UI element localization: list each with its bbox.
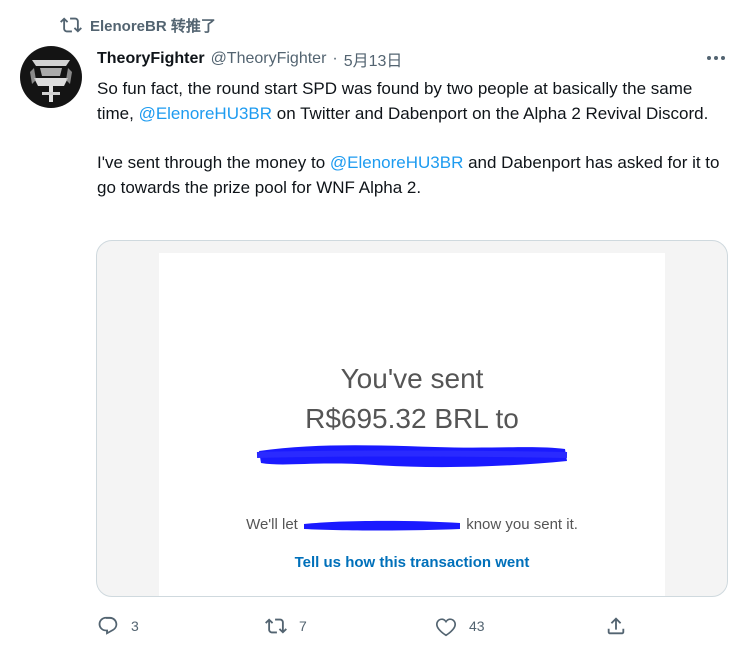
sent-title: You've sent bbox=[340, 363, 484, 394]
reply-icon bbox=[98, 616, 118, 635]
retweet-context: ElenoreBR 转推了 bbox=[60, 14, 216, 36]
reply-count: 3 bbox=[131, 618, 139, 634]
author-display-name[interactable]: TheoryFighter bbox=[97, 50, 205, 68]
share-icon bbox=[607, 617, 625, 635]
tweet-actions: 3 7 43 bbox=[97, 612, 637, 640]
share-button[interactable] bbox=[605, 612, 627, 640]
avatar-logo-icon bbox=[21, 47, 81, 107]
tweet-paragraph-1: So fun fact, the round start SPD was fou… bbox=[97, 79, 709, 123]
separator-dot: · bbox=[332, 50, 338, 67]
heart-icon bbox=[436, 618, 456, 637]
redaction-scribble bbox=[256, 445, 568, 468]
author-handle[interactable]: @TheoryFighter bbox=[211, 50, 327, 68]
like-count: 43 bbox=[469, 618, 485, 634]
retweet-button[interactable]: 7 bbox=[265, 612, 307, 640]
retweet-label[interactable]: ElenoreBR 转推了 bbox=[90, 15, 216, 36]
tweet-header: TheoryFighter @TheoryFighter · 5月13日 bbox=[97, 48, 402, 70]
mention-link[interactable]: @ElenoreHU3BR bbox=[139, 104, 272, 123]
redacted-email bbox=[302, 518, 462, 532]
retweet-count: 7 bbox=[299, 618, 307, 634]
retweet-icon bbox=[265, 618, 287, 634]
like-button[interactable]: 43 bbox=[435, 612, 485, 640]
more-options-icon[interactable] bbox=[704, 48, 728, 68]
tweet-paragraph-2: I've sent through the money to @ElenoreH… bbox=[97, 153, 720, 197]
reply-button[interactable]: 3 bbox=[97, 612, 139, 640]
tweet[interactable]: ElenoreBR 转推了 TheoryFighter @TheoryFight… bbox=[0, 0, 750, 654]
avatar[interactable] bbox=[20, 46, 82, 108]
attached-image[interactable]: You've sent R$695.32 BRL to We'll let kn… bbox=[96, 240, 728, 597]
paypal-confirmation-screenshot: You've sent R$695.32 BRL to We'll let kn… bbox=[159, 253, 665, 596]
retweet-icon bbox=[60, 17, 82, 33]
tweet-text: So fun fact, the round start SPD was fou… bbox=[97, 76, 727, 200]
tweet-date[interactable]: 5月13日 bbox=[344, 47, 403, 71]
mention-link[interactable]: @ElenoreHU3BR bbox=[330, 153, 463, 172]
redaction-scribble bbox=[304, 520, 461, 531]
recipient-notice: We'll let know you sent it. bbox=[159, 516, 665, 533]
sent-amount: R$695.32 BRL to bbox=[305, 403, 519, 434]
transaction-feedback-link: Tell us how this transaction went bbox=[294, 554, 530, 571]
